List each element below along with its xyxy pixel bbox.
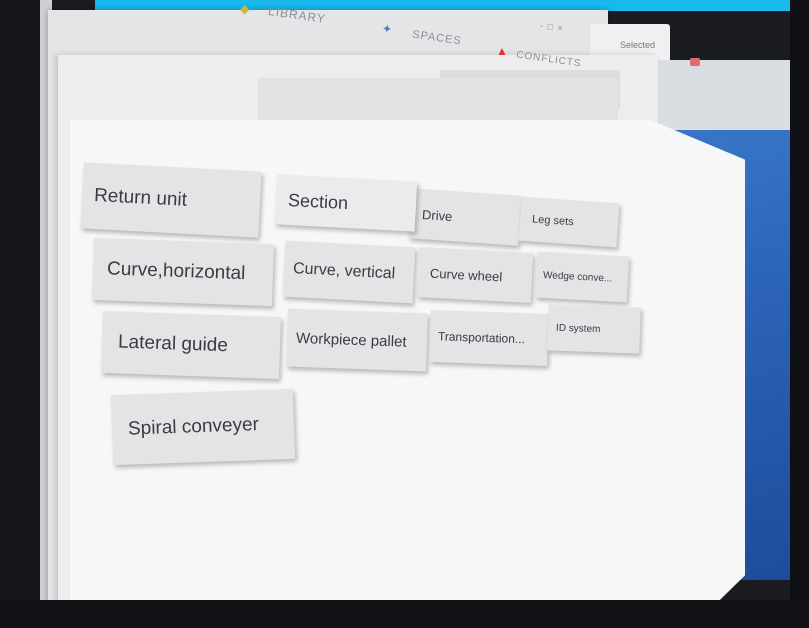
tile-label: Return unit [93, 184, 188, 211]
tile-return-unit[interactable]: Return unit [80, 162, 262, 238]
tool-icon[interactable] [690, 58, 700, 66]
tile-curve-wheel[interactable]: Curve wheel [416, 247, 534, 303]
tile-label: Curve,horizontal [106, 258, 246, 285]
desk-area [0, 600, 809, 628]
tile-label: Spiral conveyer [127, 414, 260, 440]
tile-label: Curve wheel [429, 265, 503, 284]
spaces-icon: ✦ [381, 21, 393, 37]
warning-icon: ▲ [496, 44, 508, 58]
tile-leg-sets[interactable]: Leg sets [518, 196, 620, 248]
tile-workpiece-pallet[interactable]: Workpiece pallet [286, 308, 428, 372]
tile-label: Transportation... [437, 329, 526, 347]
tile-curve-vertical[interactable]: Curve, vertical [282, 240, 416, 304]
tile-id-system[interactable]: ID system [547, 304, 641, 354]
tile-label: ID system [555, 322, 601, 335]
tile-transportation[interactable]: Transportation... [429, 309, 549, 367]
monitor-edge [790, 0, 809, 628]
tile-label: Drive [421, 206, 453, 224]
tile-label: Section [287, 189, 349, 213]
document-tab-label: Selected [620, 40, 656, 50]
tile-label: Leg sets [531, 213, 575, 229]
tile-label: Wedge conve... [542, 269, 613, 285]
tile-wedge-conveyor[interactable]: Wedge conve... [534, 251, 630, 303]
tile-lateral-guide[interactable]: Lateral guide [100, 310, 282, 380]
tile-section[interactable]: Section [274, 174, 418, 232]
tile-drive[interactable]: Drive [408, 188, 522, 246]
library-icon: ◆ [240, 2, 250, 16]
tile-curve-horizontal[interactable]: Curve,horizontal [91, 237, 275, 307]
tile-label: Curve, vertical [292, 260, 396, 283]
tile-spiral-conveyer[interactable]: Spiral conveyer [110, 388, 296, 466]
monitor-bezel [0, 0, 40, 628]
tile-label: Workpiece pallet [295, 329, 407, 351]
tile-label: Lateral guide [117, 331, 229, 357]
